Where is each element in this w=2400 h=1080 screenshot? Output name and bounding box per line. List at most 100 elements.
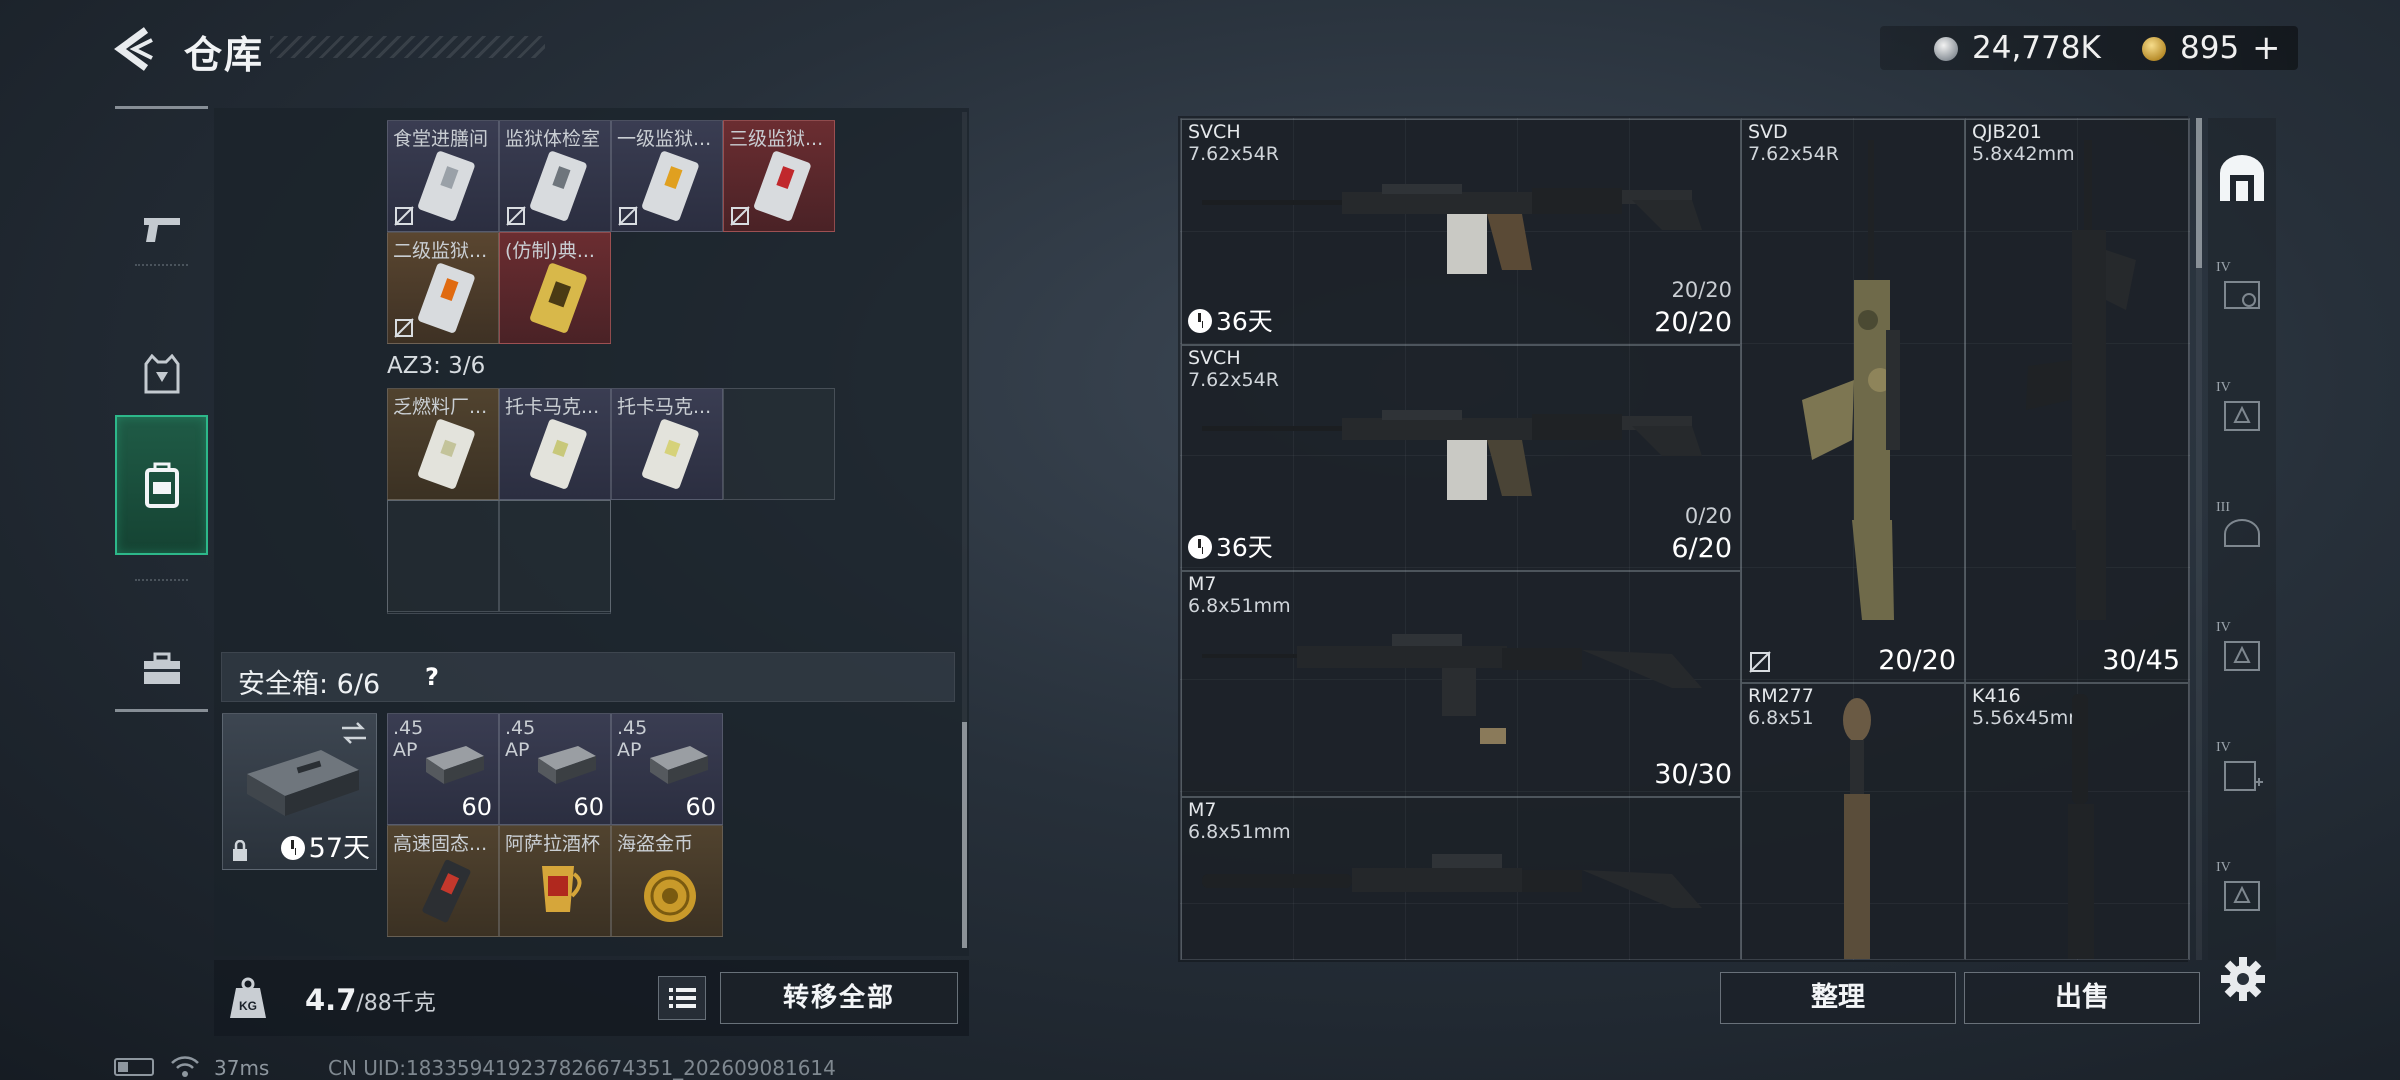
key-card-item[interactable]: 食堂进膳间 <box>387 120 499 232</box>
key-card-item[interactable]: 三级监狱... <box>723 120 835 232</box>
cup-icon <box>542 866 582 912</box>
rifle-icon <box>1202 854 1702 908</box>
key-card-icon <box>418 263 475 333</box>
back-button[interactable] <box>112 26 162 72</box>
add-currency-button[interactable]: + <box>2252 28 2281 68</box>
ammo-count: 30/45 <box>2102 645 2180 676</box>
armor-icon <box>2224 881 2260 911</box>
no-drop-icon <box>1749 651 1771 673</box>
ammo-count: 30/30 <box>1654 759 1732 790</box>
key-card-icon <box>530 419 587 489</box>
weight-kg-icon: KG <box>230 977 266 1018</box>
rail-weapons[interactable] <box>115 159 208 299</box>
swap-icon[interactable] <box>340 722 368 744</box>
weapon-timer: 36天 <box>1188 528 1273 564</box>
rifle-icon <box>1202 410 1702 500</box>
filter-tier-iv-3[interactable]: IV <box>2210 600 2274 710</box>
silver-amount: 24,778K <box>1972 30 2101 66</box>
weapon-name: SVCH <box>1188 347 1241 369</box>
inventory-scroll-thumb[interactable] <box>962 722 967 948</box>
ammo-item[interactable]: .45 AP 60 <box>611 713 723 825</box>
weapon-caliber: 7.62x54R <box>1188 143 1279 165</box>
list-view-button[interactable] <box>658 976 706 1020</box>
sort-button[interactable]: 整理 <box>1720 972 1956 1024</box>
weapon-caliber: 7.62x54R <box>1188 369 1279 391</box>
weapon-name: K416 <box>1972 685 2021 707</box>
filter-stash[interactable] <box>2210 124 2274 234</box>
key-card-item[interactable]: 监狱体检室 <box>499 120 611 232</box>
ssd-icon <box>422 859 471 923</box>
no-drop-icon <box>394 206 414 226</box>
safebox-card[interactable]: 57天 <box>222 713 377 870</box>
armor-icon <box>2224 641 2260 671</box>
timer-icon <box>1188 309 1212 333</box>
weapon-card-qjb201[interactable]: QJB201 5.8x42mm 30/45 <box>1965 119 2189 683</box>
empty-slot[interactable] <box>723 388 835 500</box>
weapon-caliber: 6.8x51mm <box>1188 821 1291 843</box>
weapon-card-svd[interactable]: SVD 7.62x54R 20/20 <box>1741 119 1965 683</box>
item-count: 60 <box>573 793 604 821</box>
ammo-item[interactable]: .45 AP 60 <box>499 713 611 825</box>
no-drop-icon <box>394 318 414 338</box>
timer-icon <box>1188 535 1212 559</box>
weapon-card-m7[interactable]: M7 6.8x51mm <box>1181 797 1741 959</box>
vest-icon <box>144 354 179 394</box>
weapon-caliber: 6.8x51mm <box>1188 595 1291 617</box>
currency-bar: 24,778K 895 + <box>1880 26 2298 70</box>
weapon-name: M7 <box>1188 573 1217 595</box>
key-card-item[interactable]: 二级监狱... <box>387 232 499 344</box>
ammo-item[interactable]: .45 AP 60 <box>387 713 499 825</box>
coin-item[interactable]: 海盗金币 <box>611 825 723 937</box>
medkit-icon <box>2224 761 2263 791</box>
filter-tier-iv-5[interactable]: IV <box>2210 840 2274 950</box>
weapon-grid: SVCH 7.62x54R 20/20 20/20 36天 SVCH 7.62x… <box>1180 118 2190 960</box>
item-count: 60 <box>461 793 492 821</box>
rifle-icon <box>1843 698 1871 959</box>
armor-icon <box>2224 401 2260 431</box>
battery-icon <box>114 1058 154 1076</box>
helmet-icon <box>2224 519 2260 547</box>
weapon-name: M7 <box>1188 799 1217 821</box>
rail-bag[interactable] <box>115 415 208 555</box>
weapon-card-rm277[interactable]: RM277 6.8x51 <box>1741 683 1965 959</box>
weapon-card-m7[interactable]: M7 6.8x51mm 30/30 <box>1181 571 1741 797</box>
uid-text: CN UID:18335941923782667435​1_2026090816… <box>328 1056 836 1080</box>
key-card-icon <box>530 151 587 221</box>
rifle-icon <box>2068 694 2094 959</box>
ammo-count: 20/20 <box>1654 307 1732 338</box>
filter-tier-iv-2[interactable]: IV <box>2210 360 2274 470</box>
no-drop-icon <box>618 206 638 226</box>
settings-gear-icon[interactable] <box>2216 952 2270 1006</box>
rifle-icon <box>1202 184 1702 274</box>
sell-button[interactable]: 出售 <box>1964 972 2200 1024</box>
rail-case[interactable] <box>115 599 208 739</box>
title-decoration <box>270 36 545 58</box>
az3-item[interactable]: 托卡马克... <box>499 388 611 500</box>
key-card-icon <box>642 151 699 221</box>
weight-value: 4.7/88千克 <box>305 983 436 1017</box>
az3-item[interactable]: 乏燃料厂... <box>387 388 499 500</box>
item-count: 60 <box>685 793 716 821</box>
key-card-item[interactable]: 一级监狱... <box>611 120 723 232</box>
safebox-help-button[interactable]: ? <box>416 661 448 693</box>
az3-item[interactable]: 托卡马克... <box>611 388 723 500</box>
magazine-count: 0/20 <box>1684 504 1732 528</box>
filter-tier-iv-4[interactable]: IV <box>2210 720 2274 830</box>
stash-icon <box>2220 155 2264 201</box>
ping-text: 37ms <box>214 1056 270 1080</box>
ssd-item[interactable]: 高速固态... <box>387 825 499 937</box>
filter-tier-iv-1[interactable]: IV <box>2210 240 2274 350</box>
filter-tier-iii[interactable]: III <box>2210 480 2274 590</box>
weapon-card-k416[interactable]: K416 5.56x45mm <box>1965 683 2189 959</box>
safebox-case-icon <box>247 750 359 816</box>
cup-item[interactable]: 阿萨拉酒杯 <box>499 825 611 937</box>
key-card-icon <box>418 419 475 489</box>
key-card-item[interactable]: (仿制)典... <box>499 232 611 344</box>
weapon-scroll-thumb[interactable] <box>2196 118 2202 268</box>
weapon-card-svch[interactable]: SVCH 7.62x54R 0/20 6/20 36天 <box>1181 345 1741 571</box>
transfer-all-button[interactable]: 转移全部 <box>720 972 958 1024</box>
gold-card-icon <box>530 263 587 333</box>
pistol-icon <box>143 218 180 242</box>
list-icon <box>669 988 696 1008</box>
weapon-card-svch[interactable]: SVCH 7.62x54R 20/20 20/20 36天 <box>1181 119 1741 345</box>
